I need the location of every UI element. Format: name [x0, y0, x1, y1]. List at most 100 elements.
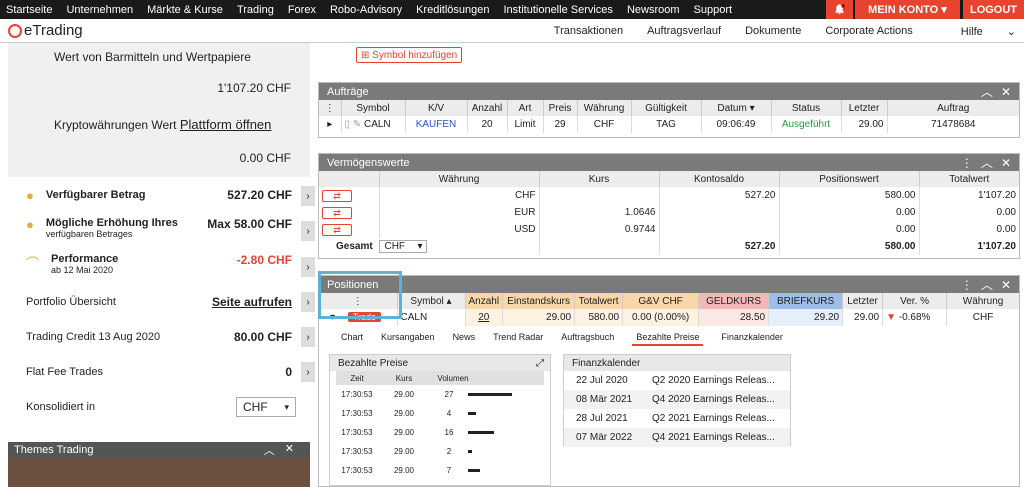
vermoegen-table: Währung Kurs Kontosaldo Positionswert To… — [319, 171, 1019, 255]
nav-newsroom[interactable]: Newsroom — [627, 4, 680, 16]
themes-header: Themes Trading ︿ ✕ — [8, 442, 310, 458]
volume-bar — [468, 412, 476, 415]
symbol-hinzufuegen-button[interactable]: ⊞ Symbol hinzufügen — [356, 47, 463, 63]
table-row: ⇄ USD 0.9744 0.00 0.00 — [319, 221, 1019, 238]
highlight-box — [318, 271, 402, 319]
collapse-icon[interactable]: ︿ — [981, 276, 993, 293]
krypto-row: Kryptowährungen Wert Plattform öffnen — [54, 117, 272, 132]
link-hilfe[interactable]: Hilfe ⌄ — [937, 25, 1016, 38]
erhoehung-row: ● Mögliche Erhöhung Ihres verfügbaren Be… — [26, 217, 292, 239]
etrading-logo-icon — [8, 23, 22, 38]
datum-sort-header[interactable]: Datum ▾ — [701, 100, 772, 116]
tab-auftragsbuch[interactable]: Auftragsbuch — [561, 332, 614, 346]
bezahlte-list: 17:30:53 29.00 27 17:30:53 29.00 4 17:30:53 2… — [336, 385, 544, 480]
main-content: ⊞ Symbol hinzufügen Aufträge ︿ ✕ ⋮ Symbol… — [318, 43, 1020, 487]
vermoegenswerte-panel: Vermögenswerte ⋮ ︿ ✕ Währung Kurs Kontosal… — [318, 153, 1020, 259]
auftraege-panel: Aufträge ︿ ✕ ⋮ Symbol K/V Anzahl Art Prei… — [318, 82, 1020, 138]
collapse-icon[interactable]: ︿ — [981, 83, 993, 100]
account-sidebar: Wert von Barmitteln und Wertpapiere 1'10… — [8, 43, 315, 487]
tab-finanzkalender[interactable]: Finanzkalender — [721, 332, 783, 346]
volume-bar — [468, 393, 512, 396]
link-transaktionen[interactable]: Transaktionen — [554, 25, 623, 37]
table-row[interactable]: ▸ ▯ ✎ CALN KAUFEN 20 Limit 29 CHF TAG 09… — [319, 116, 1019, 133]
list-item[interactable]: 07 Mär 2022 Q4 2021 Earnings Releas... — [564, 428, 790, 447]
nav-support[interactable]: Support — [694, 4, 733, 16]
link-corporate-actions[interactable]: Corporate Actions — [825, 25, 912, 37]
menu-icon[interactable]: ⋮ — [319, 100, 342, 116]
auftraege-table: ⋮ Symbol K/V Anzahl Art Preis Währung Gü… — [319, 100, 1019, 133]
nav-startseite[interactable]: Startseite — [6, 4, 52, 16]
verfuegbar-arrow[interactable]: › — [301, 186, 315, 206]
select-caret-icon: ▾ — [417, 241, 423, 252]
logout-button[interactable]: LOGOUT — [963, 0, 1024, 19]
expand-icon[interactable]: ⤢ — [536, 358, 544, 369]
list-item: 17:30:53 29.00 2 — [336, 442, 544, 461]
performance-row: ⌒ Performance ab 12 Mai 2020 -2.80 CHF — [26, 253, 292, 275]
coins-plus-icon: ● — [26, 217, 34, 232]
list-item: 17:30:53 29.00 27 — [336, 385, 544, 404]
chevron-right-icon: › — [306, 190, 310, 202]
seite-aufrufen-link[interactable]: Seite aufrufen — [212, 295, 292, 309]
nav-maerkte[interactable]: Märkte & Kurse — [147, 4, 223, 16]
transfer-icon[interactable]: ⇄ — [322, 189, 352, 202]
symbol-sort-header[interactable]: Symbol ▴ — [397, 293, 466, 309]
list-item[interactable]: 28 Jul 2021 Q2 2021 Earnings Releas... — [564, 409, 790, 428]
sub-navigation: eTrading Transaktionen Auftragsverlauf D… — [0, 19, 1024, 43]
nav-kredit[interactable]: Kreditlösungen — [416, 4, 489, 16]
list-item[interactable]: 22 Jul 2020 Q2 2020 Earnings Releas... — [564, 371, 790, 390]
credit-arrow[interactable]: › — [301, 327, 315, 347]
expand-icon[interactable]: ▸ — [319, 116, 342, 133]
list-item[interactable]: 08 Mär 2021 Q4 2020 Earnings Releas... — [564, 390, 790, 409]
list-item: 17:30:53 29.00 16 — [336, 423, 544, 442]
krypto-value: 0.00 CHF — [239, 151, 291, 165]
currency-select[interactable]: CHF ▾ — [236, 397, 296, 417]
doc-icon[interactable]: ▯ — [345, 119, 351, 130]
list-item: 17:30:53 29.00 7 — [336, 461, 544, 480]
flatfee-arrow[interactable]: › — [301, 362, 315, 382]
table-row: ⇄ EUR 1.0646 0.00 0.00 — [319, 204, 1019, 221]
list-item: 17:30:53 29.00 4 — [336, 404, 544, 423]
plattform-link[interactable]: Plattform öffnen — [180, 117, 272, 132]
verfuegbar-row: ● Verfügbarer Betrag 527.20 CHF — [26, 187, 292, 203]
close-icon[interactable]: ✕ — [1001, 156, 1011, 170]
tab-news[interactable]: News — [453, 332, 476, 346]
tab-chart[interactable]: Chart — [341, 332, 363, 346]
collapse-icon[interactable]: ︿ — [981, 154, 993, 171]
close-icon[interactable]: ✕ — [1001, 85, 1011, 99]
logo[interactable]: eTrading — [8, 22, 83, 39]
tab-kursangaben[interactable]: Kursangaben — [381, 332, 435, 346]
table-row[interactable]: ▾ Trade CALN 20 29.00 580.00 0.00 (0.00%… — [319, 309, 1019, 326]
themes-trading-panel: Themes Trading ︿ ✕ — [8, 442, 310, 487]
nav-forex[interactable]: Forex — [288, 4, 316, 16]
nav-robo[interactable]: Robo-Advisory — [330, 4, 402, 16]
tab-bezahlte-preise[interactable]: Bezahlte Preise — [632, 332, 704, 346]
finanz-list: 22 Jul 2020 Q2 2020 Earnings Releas... 08… — [564, 371, 790, 447]
nav-institutionelle[interactable]: Institutionelle Services — [503, 4, 612, 16]
wert-value: 1'107.20 CHF — [217, 81, 291, 95]
top-navigation: Startseite Unternehmen Märkte & Kurse Tr… — [0, 0, 1024, 19]
close-icon[interactable]: ✕ — [285, 442, 294, 458]
gesamt-currency-select[interactable]: CHF ▾ — [379, 240, 428, 253]
vermoegen-header: Vermögenswerte ⋮ ︿ ✕ — [319, 154, 1019, 171]
down-arrow-icon: ▼ — [886, 312, 896, 323]
close-icon[interactable]: ✕ — [1001, 278, 1011, 292]
link-auftragsverlauf[interactable]: Auftragsverlauf — [647, 25, 721, 37]
nav-trading[interactable]: Trading — [237, 4, 274, 16]
erhoehung-arrow[interactable]: › — [301, 221, 315, 241]
collapse-icon[interactable]: ︿ — [264, 442, 275, 458]
menu-icon[interactable]: ⋮ — [961, 156, 973, 170]
transfer-icon[interactable]: ⇄ — [322, 206, 352, 219]
nav-unternehmen[interactable]: Unternehmen — [66, 4, 133, 16]
mein-konto-button[interactable]: MEIN KONTO ▾ — [855, 0, 960, 19]
link-dokumente[interactable]: Dokumente — [745, 25, 801, 37]
tab-trend-radar[interactable]: Trend Radar — [493, 332, 543, 346]
caret-down-icon: ▾ — [941, 4, 947, 16]
edit-icon[interactable]: ✎ — [353, 119, 361, 130]
transfer-icon[interactable]: ⇄ — [322, 223, 352, 236]
positionen-panel: Positionen ⋮ ︿ ✕ ⋮ Symbol ▴ Anzahl Einstan… — [318, 275, 1020, 487]
performance-arrow[interactable]: › — [301, 257, 315, 277]
notification-button[interactable] — [826, 0, 853, 19]
menu-icon[interactable]: ⋮ — [961, 278, 973, 292]
plus-icon: ⊞ — [361, 49, 370, 61]
portfolio-arrow[interactable]: › — [301, 292, 315, 312]
